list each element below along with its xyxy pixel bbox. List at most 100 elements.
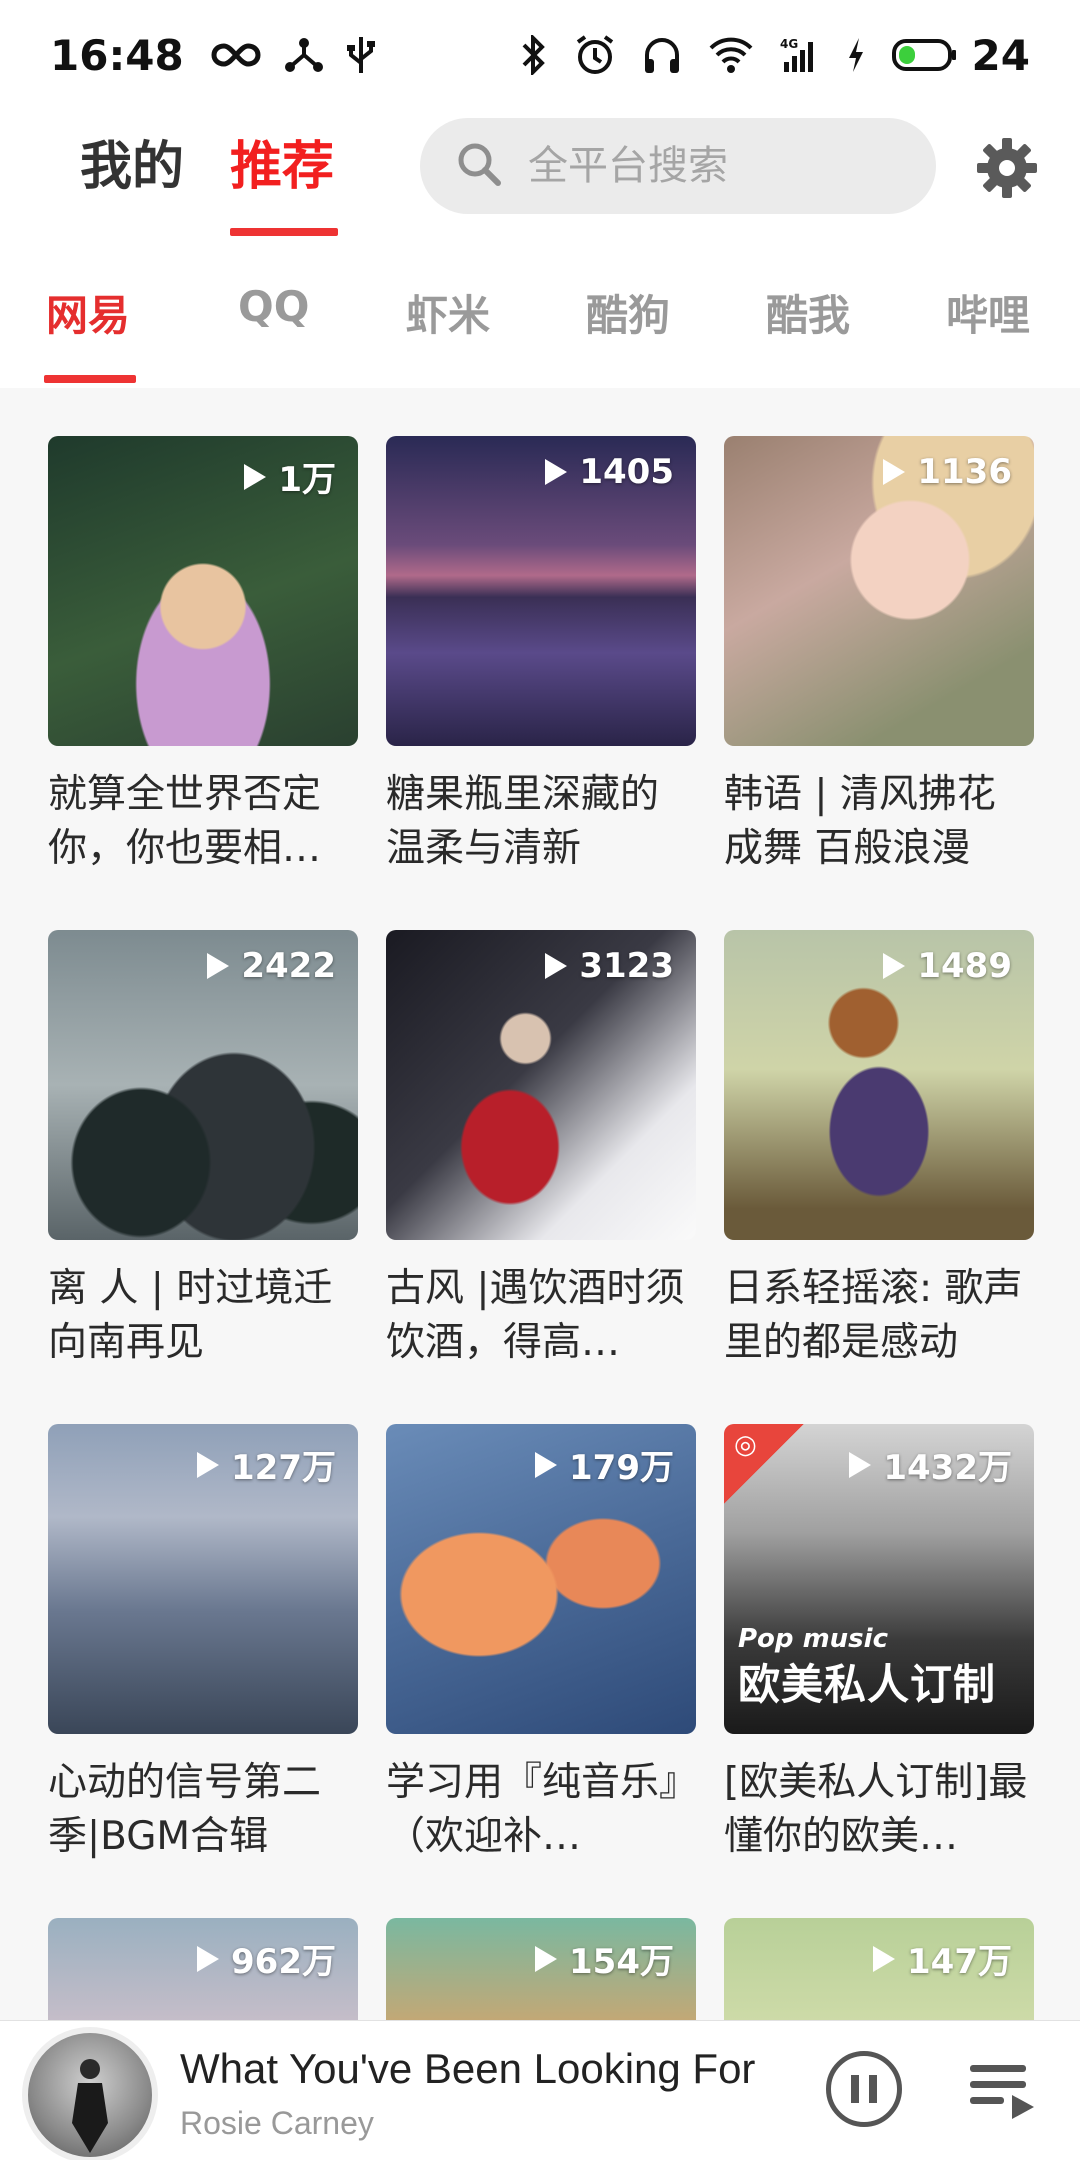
play-icon	[535, 1945, 558, 1972]
play-icon	[545, 459, 568, 485]
artist-figure-icon	[72, 2059, 108, 2153]
search-box[interactable]	[420, 118, 936, 214]
play-count: 179万	[535, 1440, 674, 1489]
play-icon	[883, 459, 906, 485]
play-count: 154万	[535, 1934, 674, 1983]
play-count-value: 127万	[231, 1448, 336, 1488]
tab-recommend[interactable]: 推荐	[230, 124, 334, 199]
play-count: 962万	[197, 1934, 336, 1983]
network-share-icon	[284, 37, 324, 73]
play-count-value: 1136	[917, 452, 1012, 492]
playlist-title: 离 人 | 时过境迁向南再见	[48, 1266, 333, 1365]
play-icon	[197, 1945, 220, 1972]
bluetooth-icon	[520, 35, 548, 75]
playlist-cover: 2422	[48, 930, 358, 1240]
playlist-cover: 1489	[724, 930, 1034, 1240]
cover-subtitle: Pop music	[738, 1624, 888, 1654]
playlist-cover: 179万	[386, 1424, 696, 1734]
gear-icon	[977, 138, 1037, 198]
playlist-cover: 3123	[386, 930, 696, 1240]
playlist-cover: 154万	[386, 1918, 696, 2020]
platform-tab-bilibili[interactable]: 哔哩	[946, 282, 1030, 343]
playlist-icon	[970, 2065, 1034, 2119]
album-art[interactable]	[22, 2027, 158, 2160]
playlist-card[interactable]: 179万 学习用『纯音乐』（欢迎补…	[386, 1424, 696, 1864]
play-count-value: 1万	[278, 460, 336, 500]
wifi-icon	[708, 36, 754, 74]
settings-button[interactable]	[975, 136, 1039, 200]
play-icon	[883, 953, 906, 979]
tab-mine[interactable]: 我的	[80, 124, 184, 199]
play-count: 127万	[197, 1440, 336, 1489]
pause-icon-bar	[869, 2075, 877, 2103]
player-artist-name: Rosie Carney	[180, 2105, 374, 2141]
playlist-cover: ◎ 1432万 Pop music 欧美私人订制	[724, 1424, 1034, 1734]
status-right: 4G 24	[494, 31, 1030, 80]
playlist-title: [欧美私人订制]最懂你的欧美…	[724, 1760, 1028, 1859]
play-icon	[849, 1451, 872, 1478]
playlist-card[interactable]: 1405 糖果瓶里深藏的温柔与清新	[386, 436, 696, 876]
platform-tab-qq[interactable]: QQ	[238, 282, 309, 331]
playlist-title: 日系轻摇滚: 歌声里的都是感动	[724, 1266, 1023, 1365]
platform-tab-kuwo[interactable]: 酷我	[766, 282, 850, 343]
play-count: 1万	[244, 452, 336, 501]
cover-title: 欧美私人订制	[738, 1660, 997, 1709]
play-count-value: 1432万	[883, 1448, 1012, 1488]
playlist-card[interactable]: 962万	[48, 1918, 358, 2020]
platform-tab-kugou[interactable]: 酷狗	[586, 282, 670, 343]
playlist-title: 就算全世界否定你，你也要相…	[48, 772, 322, 871]
playlist-card[interactable]: 2422 离 人 | 时过境迁向南再见	[48, 930, 358, 1370]
playlist-cover: 1405	[386, 436, 696, 746]
play-icon	[207, 953, 230, 979]
headphones-icon	[642, 35, 682, 75]
playlist-card[interactable]: ◎ 1432万 Pop music 欧美私人订制 [欧美私人订制]最懂你的欧美…	[724, 1424, 1034, 1864]
play-count: 1405	[545, 452, 674, 492]
platform-tabs: 网易 QQ 虾米 酷狗 酷我 哔哩	[0, 250, 1080, 385]
playlist-cover: 1136	[724, 436, 1034, 746]
netease-badge: ◎	[724, 1424, 804, 1504]
playlist-title: 学习用『纯音乐』（欢迎补…	[386, 1760, 679, 1859]
player-song-title: What You've Been Looking For	[180, 2045, 756, 2092]
play-count-value: 1489	[917, 946, 1012, 986]
search-input[interactable]	[528, 143, 908, 189]
pause-button[interactable]	[826, 2051, 902, 2127]
alarm-icon	[574, 34, 616, 76]
signal-4g-icon: 4G	[780, 36, 820, 74]
play-icon	[244, 463, 267, 490]
play-count: 1136	[883, 452, 1012, 492]
platform-active-indicator	[44, 375, 136, 383]
playlist-card[interactable]: 147万	[724, 1918, 1034, 2020]
header: 我的 推荐	[0, 110, 1080, 240]
playlist-cover: 147万	[724, 1918, 1034, 2020]
charging-icon	[846, 36, 866, 74]
play-icon	[545, 953, 568, 979]
platform-tab-netease[interactable]: 网易	[46, 282, 130, 343]
play-count: 3123	[545, 946, 674, 986]
status-time: 16:48	[50, 30, 184, 80]
playlist-card[interactable]: 127万 心动的信号第二季|BGM合辑	[48, 1424, 358, 1864]
playlist-title: 糖果瓶里深藏的温柔与清新	[386, 772, 660, 871]
playlist-card[interactable]: 3123 古风 |遇饮酒时须饮酒，得高…	[386, 930, 696, 1370]
play-count-value: 1405	[579, 452, 674, 492]
playlist-title: 古风 |遇饮酒时须饮酒，得高…	[386, 1266, 685, 1365]
mini-player[interactable]: What You've Been Looking For Rosie Carne…	[0, 2020, 1080, 2160]
play-count-value: 147万	[907, 1942, 1012, 1982]
playlist-card[interactable]: 154万	[386, 1918, 696, 2020]
playlist-card[interactable]: 1136 韩语 | 清风拂花成舞 百般浪漫	[724, 436, 1034, 876]
battery-level: 24	[971, 30, 1030, 80]
svg-text:4G: 4G	[780, 37, 798, 51]
play-icon	[535, 1451, 558, 1478]
playlist-button[interactable]	[968, 2055, 1038, 2125]
play-count: 2422	[207, 946, 336, 986]
play-count-value: 179万	[569, 1448, 674, 1488]
platform-tab-xiami[interactable]: 虾米	[406, 282, 490, 343]
playlist-cover: 127万	[48, 1424, 358, 1734]
pause-icon	[851, 2075, 859, 2103]
netease-logo-icon: ◎	[734, 1430, 757, 1460]
battery-icon	[891, 38, 958, 72]
playlist-card[interactable]: 1489 日系轻摇滚: 歌声里的都是感动	[724, 930, 1034, 1370]
playlist-cover: 962万	[48, 1918, 358, 2020]
play-icon	[873, 1945, 896, 1972]
play-icon	[197, 1451, 220, 1478]
playlist-card[interactable]: 1万 就算全世界否定你，你也要相…	[48, 436, 358, 876]
